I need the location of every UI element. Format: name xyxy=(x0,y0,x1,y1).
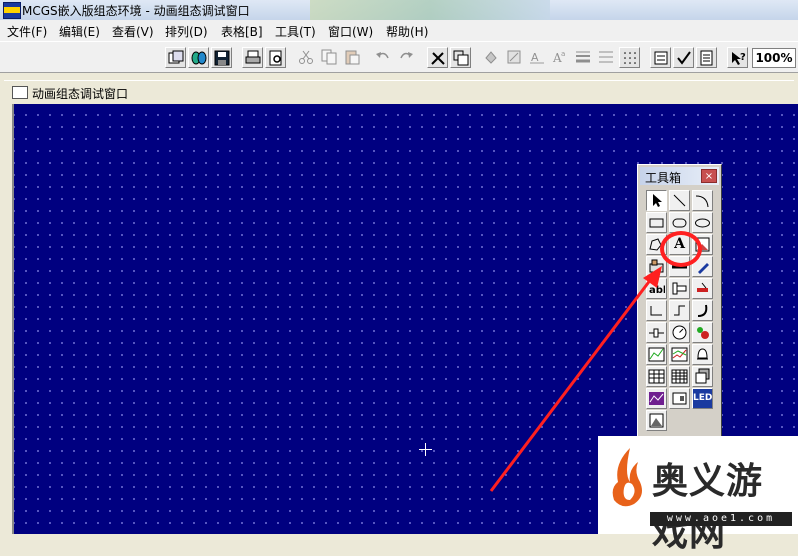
watermark-text: 奥义游戏网 xyxy=(652,460,764,554)
flame-logo-icon xyxy=(612,448,642,507)
watermark-url: www.aoe1.com xyxy=(650,512,792,526)
watermark: 奥义游戏网 www.aoe1.com xyxy=(598,436,798,554)
